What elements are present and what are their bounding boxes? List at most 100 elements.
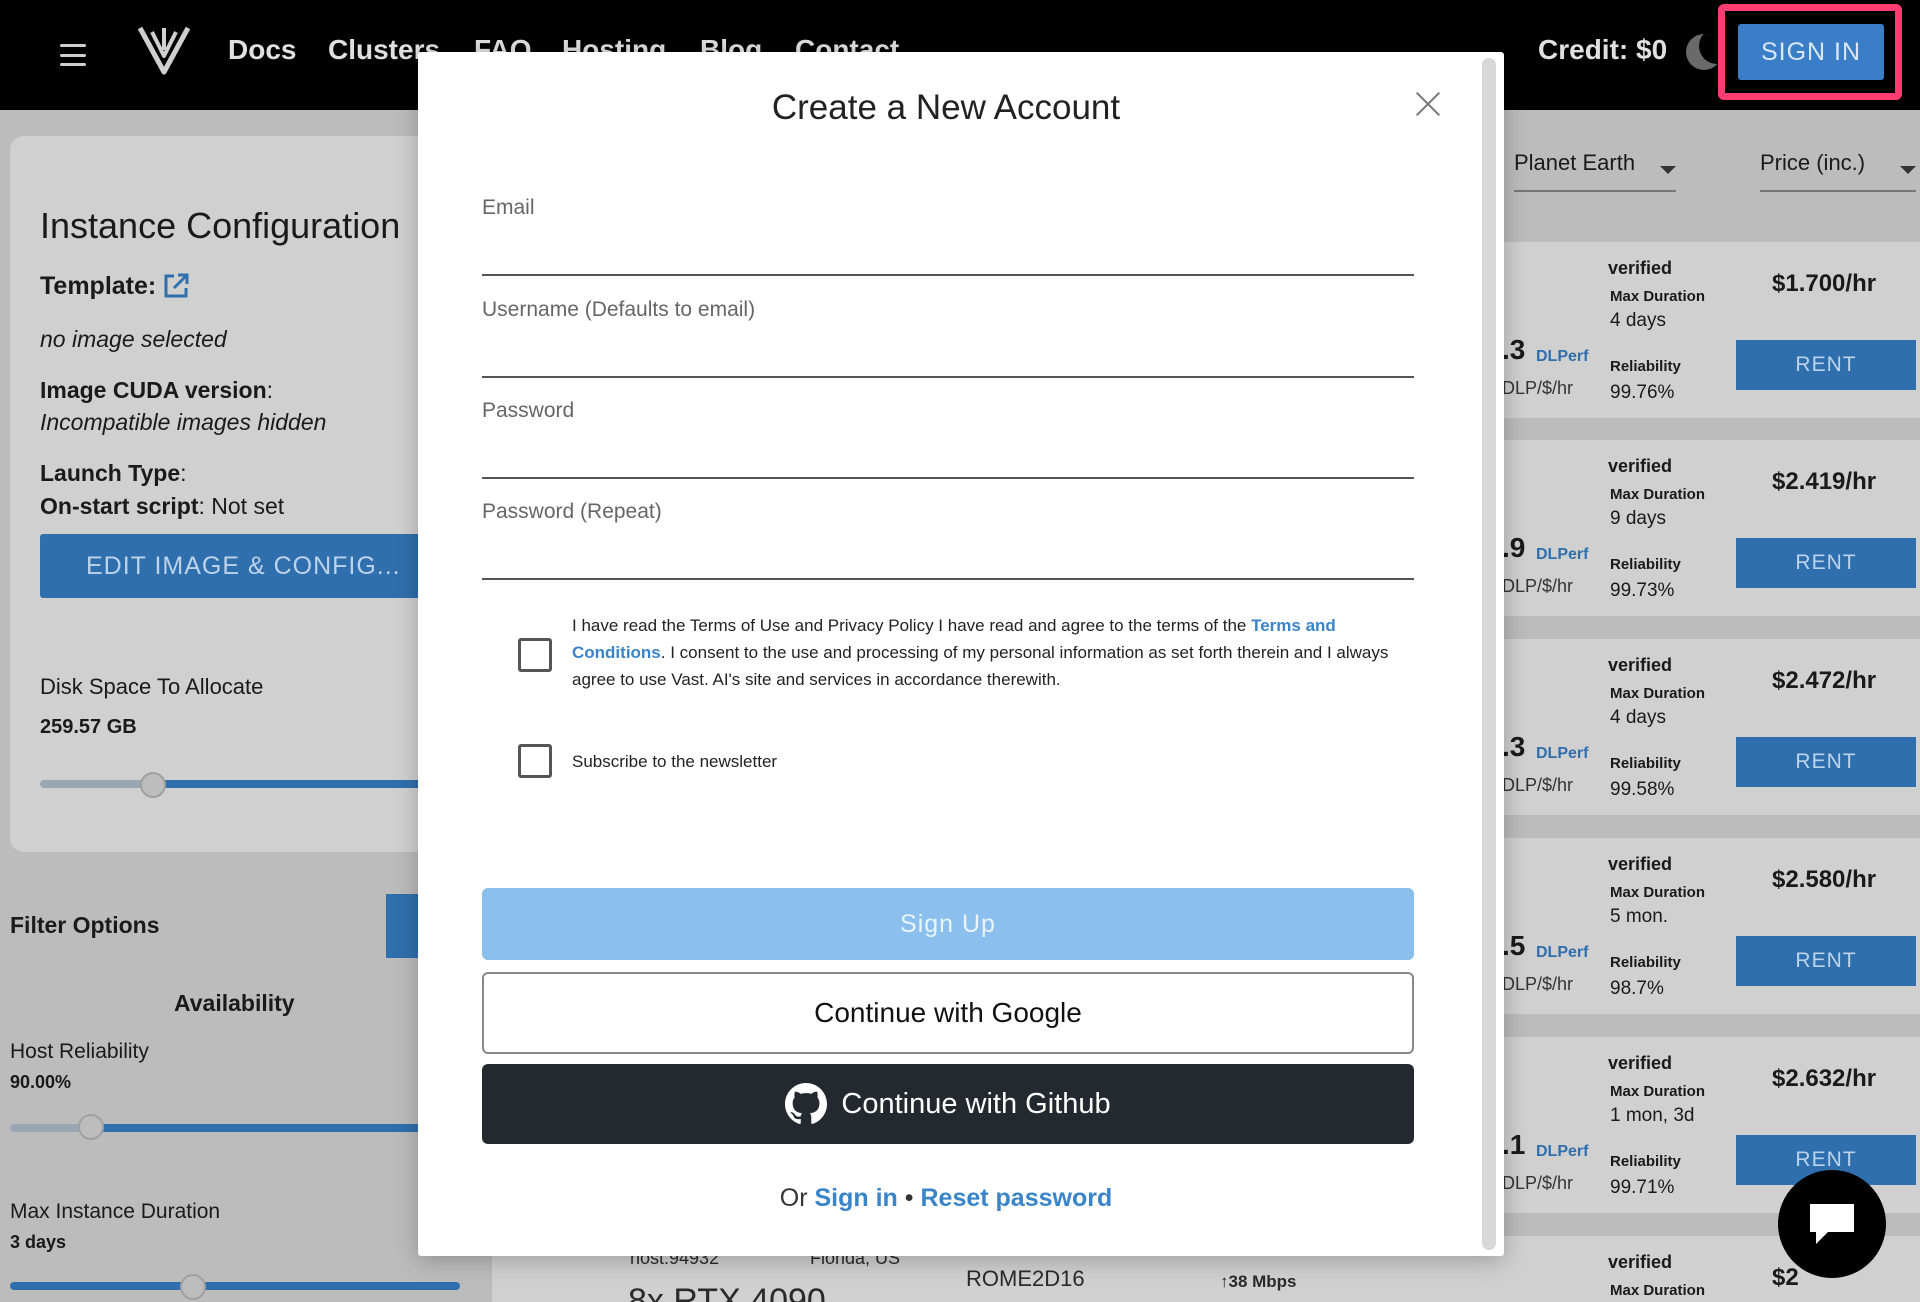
offer-dlperf-value: .1: [1502, 1129, 1526, 1160]
duration-slider-handle[interactable]: [180, 1274, 206, 1300]
email-input[interactable]: [482, 230, 1414, 268]
offer-price: $2.632/hr: [1772, 1065, 1877, 1092]
offer-dlperf-label: DLPerf: [1536, 944, 1589, 961]
launch-type-label: Launch Type:: [40, 460, 187, 486]
vast-logo[interactable]: [134, 20, 194, 80]
rent-button[interactable]: RENT: [1736, 340, 1916, 390]
password-repeat-field[interactable]: Password (Repeat): [482, 500, 1414, 580]
rent-button[interactable]: RENT: [1736, 538, 1916, 588]
max-duration-value: 3 days: [10, 1232, 67, 1252]
github-button-label: Continue with Github: [841, 1087, 1111, 1120]
edit-image-config-button[interactable]: EDIT IMAGE & CONFIG...: [40, 534, 460, 598]
moon-icon[interactable]: [1686, 34, 1722, 70]
availability-heading: Availability: [174, 990, 295, 1016]
offer-max-duration: 1 mon, 3d: [1610, 1105, 1695, 1126]
chevron-down-icon: [1660, 166, 1676, 174]
password-input[interactable]: [482, 433, 1414, 471]
modal-footer-links: Or Sign in • Reset password: [418, 1184, 1474, 1213]
instance-config-heading: Instance Configuration: [40, 205, 401, 246]
external-link-icon[interactable]: [162, 272, 190, 300]
sign-in-link[interactable]: Sign in: [814, 1184, 897, 1212]
rent-button[interactable]: RENT: [1736, 737, 1916, 787]
offer-dlp-per-dollar: DLP/$/hr: [1502, 1173, 1574, 1193]
footer-or: Or: [779, 1184, 808, 1212]
offer-dlp-per-dollar: DLP/$/hr: [1502, 378, 1574, 398]
password-field[interactable]: Password: [482, 399, 1414, 479]
offer-dlperf-value: .9: [1502, 532, 1526, 563]
hamburger-icon[interactable]: [60, 44, 86, 66]
terms-checkbox[interactable]: [518, 638, 552, 672]
region-select-value: Planet Earth: [1514, 150, 1636, 175]
offer-price: $2.580/hr: [1772, 866, 1877, 893]
cuda-value: Incompatible images hidden: [40, 409, 327, 435]
offer-verified: verified: [1608, 1252, 1673, 1272]
modal-title: Create a New Account: [771, 88, 1121, 127]
region-select[interactable]: Planet Earth: [1514, 150, 1676, 192]
disk-slider-handle[interactable]: [140, 772, 166, 798]
modal-scrollbar[interactable]: [1482, 58, 1496, 1250]
continue-with-github-button[interactable]: Continue with Github: [482, 1064, 1414, 1144]
offer-verified: verified: [1608, 854, 1673, 874]
offer-reliability-label: Reliability: [1610, 755, 1681, 772]
reliability-slider-track[interactable]: [90, 1124, 450, 1132]
offer-reliability-label: Reliability: [1610, 954, 1681, 971]
password-repeat-input[interactable]: [482, 534, 1414, 572]
filter-options-heading: Filter Options: [10, 912, 160, 938]
continue-with-google-button[interactable]: Continue with Google: [482, 972, 1414, 1054]
chat-button[interactable]: [1778, 1170, 1886, 1278]
offer-price: $1.700/hr: [1772, 270, 1877, 297]
cuda-label: Image CUDA version:: [40, 377, 274, 403]
terms-text: I have read the Terms of Use and Privacy…: [572, 612, 1422, 693]
reliability-slider-handle[interactable]: [78, 1114, 104, 1140]
offer-card: .5 DLPerf DLP/$/hr verified Max Duration…: [1500, 838, 1920, 1020]
host-reliability-label: Host Reliability: [10, 1040, 149, 1063]
disk-slider-track-left: [40, 780, 152, 788]
sign-in-button[interactable]: SIGN IN: [1738, 24, 1884, 80]
newsletter-label: Subscribe to the newsletter: [572, 752, 778, 771]
sign-up-button[interactable]: Sign Up: [482, 888, 1414, 960]
offer-card: .3 DLPerf DLP/$/hr verified Max Duration…: [1500, 639, 1920, 821]
machine-gpu: 8x RTX 4090: [628, 1282, 826, 1302]
close-icon[interactable]: [1408, 84, 1448, 124]
offer-reliability: 99.76%: [1610, 382, 1675, 403]
machine-upload: ↑ 38 Mbps: [1220, 1272, 1297, 1291]
offer-max-duration: 5 mon.: [1610, 906, 1669, 927]
github-icon: [785, 1083, 828, 1124]
disk-space-label: Disk Space To Allocate: [40, 674, 264, 699]
offer-card: .9 DLPerf DLP/$/hr verified Max Duration…: [1500, 440, 1920, 622]
rent-button[interactable]: RENT: [1736, 936, 1916, 986]
username-field[interactable]: Username (Defaults to email): [482, 298, 1414, 378]
offer-dlperf-value: .3: [1502, 334, 1526, 365]
offer-dlp-per-dollar: DLP/$/hr: [1502, 974, 1574, 994]
duration-slider-track[interactable]: [10, 1282, 460, 1290]
offer-reliability: 99.71%: [1610, 1177, 1675, 1198]
newsletter-checkbox[interactable]: [518, 744, 552, 778]
offer-price: $2: [1772, 1264, 1799, 1291]
offer-max-duration-label: Max Duration: [1610, 1282, 1706, 1299]
email-field[interactable]: Email: [482, 196, 1414, 276]
onstart-script: On-start script: Not set: [40, 493, 285, 519]
nav-docs[interactable]: Docs: [228, 34, 296, 66]
chat-icon: [1810, 1204, 1854, 1244]
username-label: Username (Defaults to email): [482, 298, 756, 321]
offer-reliability: 99.73%: [1610, 580, 1675, 601]
username-input[interactable]: [482, 332, 1414, 370]
disk-space-value: 259.57 GB: [40, 716, 137, 738]
reset-password-link[interactable]: Reset password: [920, 1184, 1112, 1212]
sort-select[interactable]: Price (inc.): [1760, 150, 1916, 192]
chevron-down-icon: [1900, 166, 1916, 174]
offer-dlperf-label: DLPerf: [1536, 1143, 1589, 1160]
offer-dlperf-label: DLPerf: [1536, 546, 1589, 563]
disk-slider-track[interactable]: [152, 780, 450, 788]
offer-dlperf-value: .3: [1502, 731, 1526, 762]
offer-dlperf-label: DLPerf: [1536, 745, 1589, 762]
machine-cpu: ROME2D16: [966, 1266, 1085, 1291]
offer-price: $2.472/hr: [1772, 667, 1877, 694]
offer-max-duration-label: Max Duration: [1610, 884, 1706, 901]
offer-max-duration-label: Max Duration: [1610, 486, 1706, 503]
offer-verified: verified: [1608, 655, 1673, 675]
offer-verified: verified: [1608, 258, 1673, 278]
offer-card: .3 DLPerf DLP/$/hr verified Max Duration…: [1500, 242, 1920, 424]
credit-balance: Credit: $0: [1538, 34, 1668, 65]
footer-separator: •: [904, 1184, 914, 1212]
